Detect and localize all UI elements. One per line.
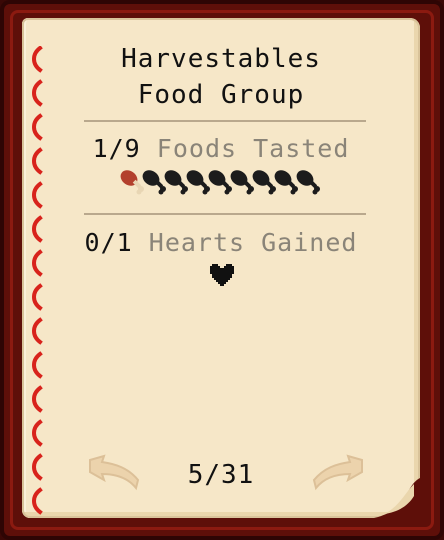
drumstick-icon [296, 170, 320, 195]
arrow-right-icon[interactable] [310, 454, 366, 492]
hearts-gained-row: 0/1 Hearts Gained [22, 228, 420, 257]
divider-top [84, 120, 366, 122]
heart-icon [210, 264, 234, 286]
hearts-gained-count: 0/1 [84, 228, 133, 257]
hearts-gained-label: Hearts Gained [148, 228, 358, 257]
foods-tasted-count: 1/9 [92, 134, 141, 163]
foods-tasted-label: Foods Tasted [156, 134, 350, 163]
panel-title-line2: Food Group [137, 80, 305, 110]
food-icons-row [22, 168, 420, 198]
foods-tasted-row: 1/9 Foods Tasted [22, 134, 420, 163]
red-binding [32, 46, 43, 515]
food-page: Harvestables Food Group 1/9 Foods Tasted… [22, 18, 420, 518]
panel-title-line1: Harvestables [121, 44, 321, 74]
divider-bottom [84, 213, 366, 215]
